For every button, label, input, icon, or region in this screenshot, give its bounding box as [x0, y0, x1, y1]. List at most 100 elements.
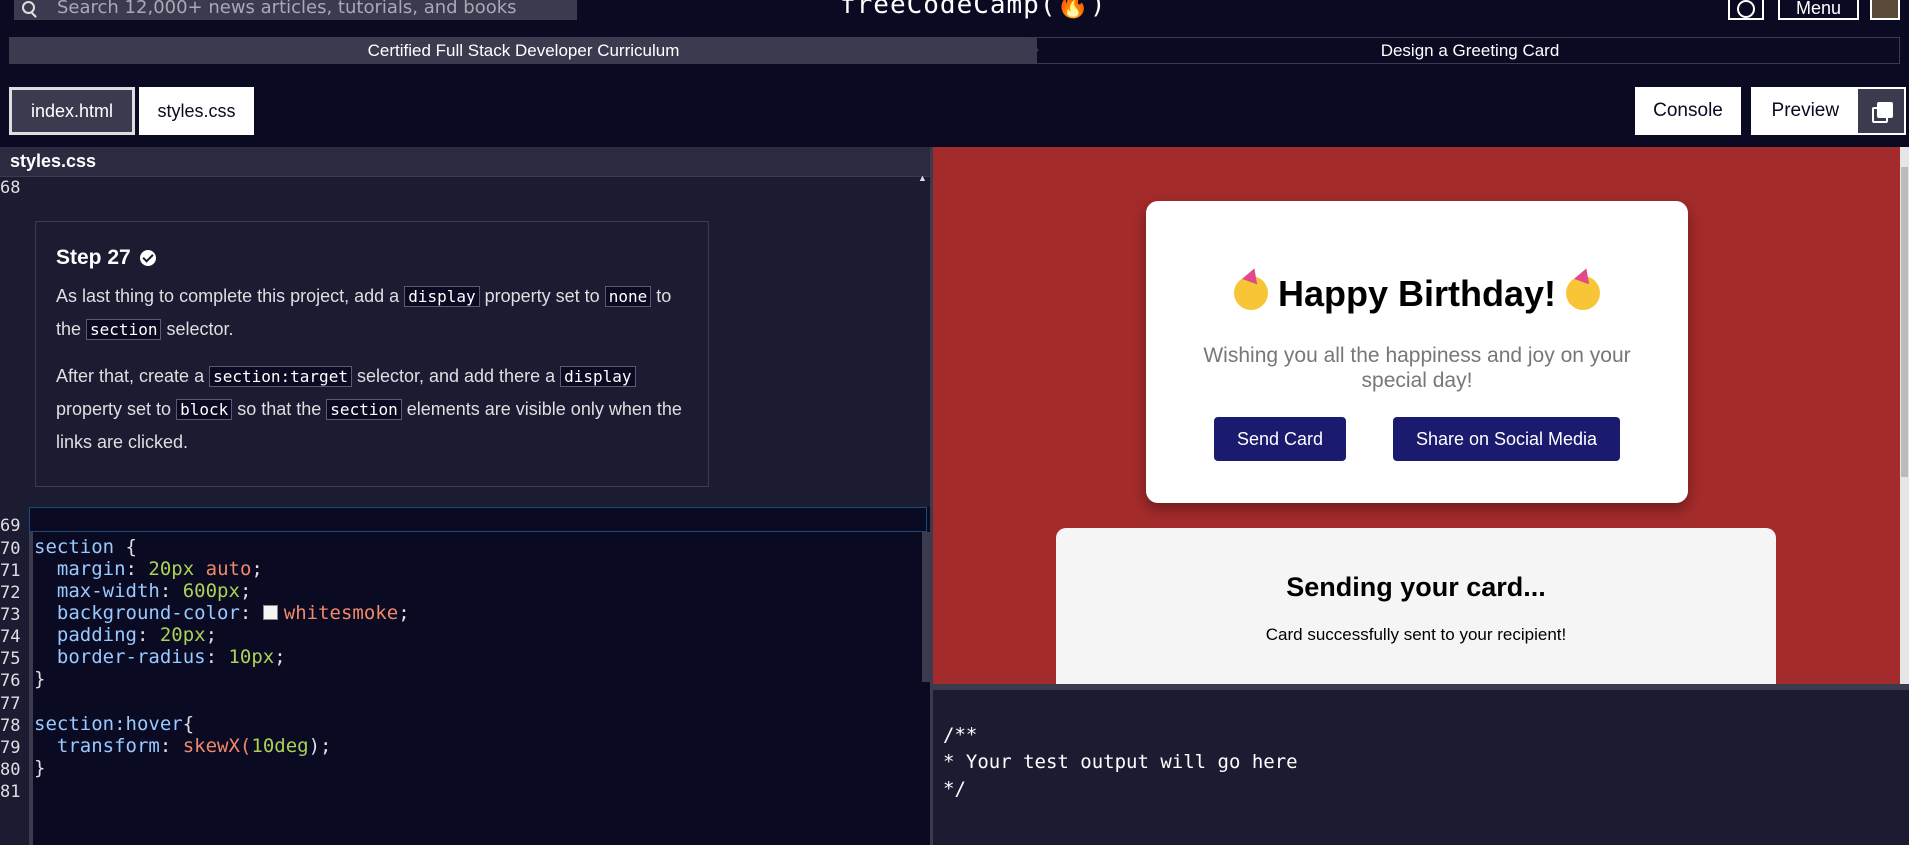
- current-line-highlight: [29, 507, 927, 532]
- step-title-text: Step 27: [56, 246, 131, 269]
- text: property set to: [56, 399, 177, 419]
- tab-styles-css[interactable]: styles.css: [139, 87, 254, 135]
- css-selector: section:hover: [34, 713, 183, 735]
- console-output: /** * Your test output will go here */: [933, 684, 1909, 845]
- line-number: 76: [0, 671, 21, 691]
- step-instructions: Step 27 As last thing to complete this p…: [35, 221, 709, 487]
- search-placeholder: Search 12,000+ news articles, tutorials,…: [57, 0, 517, 18]
- top-navbar: Search 12,000+ news articles, tutorials,…: [0, 0, 1909, 20]
- inline-code: block: [176, 399, 233, 420]
- css-property: border-radius: [34, 646, 206, 668]
- css-function: skewX(: [182, 735, 252, 757]
- avatar[interactable]: [1870, 0, 1900, 20]
- css-value: 10px: [228, 646, 275, 668]
- breadcrumb: Certified Full Stack Developer Curriculu…: [9, 37, 1900, 64]
- inline-code: display: [560, 366, 636, 387]
- step-paragraph-1: As last thing to complete this project, …: [56, 280, 688, 346]
- code-line: background-color: whitesmoke;: [34, 602, 410, 624]
- line-number: 79: [0, 738, 21, 758]
- console-button[interactable]: Console: [1635, 87, 1741, 135]
- inline-code: section:target: [209, 366, 352, 387]
- line-number: 75: [0, 649, 21, 669]
- code-punct: {: [114, 536, 137, 558]
- code-line: }: [34, 668, 46, 690]
- code-line: max-width: 600px;: [34, 580, 252, 602]
- text: selector, and add there a: [351, 366, 561, 386]
- css-value: auto: [205, 558, 252, 580]
- editor-scrollbar[interactable]: [922, 532, 930, 682]
- code-line: }: [34, 757, 46, 779]
- line-number: 77: [0, 694, 21, 714]
- preview-frame: Happy Birthday! Wishing you all the happ…: [933, 147, 1903, 684]
- scroll-up-arrow-icon[interactable]: ▲: [918, 173, 927, 183]
- breadcrumb-curriculum[interactable]: Certified Full Stack Developer Curriculu…: [10, 38, 1037, 63]
- css-property: background-color: [34, 602, 240, 624]
- code-punct: );: [308, 735, 332, 757]
- line-number: 70: [0, 539, 21, 559]
- code-line: border-radius: 10px;: [34, 646, 286, 668]
- section-title: Sending your card...: [1286, 572, 1546, 602]
- sending-section: Sending your card... Card successfully s…: [1056, 528, 1776, 684]
- inline-code: none: [604, 286, 652, 307]
- css-value: 20px: [159, 624, 206, 646]
- line-number: 73: [0, 605, 21, 625]
- external-window-icon: [1871, 102, 1893, 123]
- code-line: padding: 20px;: [34, 624, 218, 646]
- card-message: Wishing you all the happiness and joy on…: [1203, 344, 1631, 392]
- code-punct: {: [182, 713, 195, 735]
- css-selector: section: [34, 536, 115, 558]
- preview-button[interactable]: Preview: [1751, 87, 1906, 135]
- inline-code: display: [404, 286, 480, 307]
- menu-button[interactable]: Menu: [1778, 0, 1859, 20]
- scrollbar-thumb[interactable]: [1901, 167, 1908, 477]
- gutter-marker: [29, 532, 33, 845]
- check-circle-icon: [139, 250, 156, 266]
- line-number: 78: [0, 716, 21, 736]
- text: After that, create a: [56, 366, 210, 386]
- line-number: 72: [0, 583, 21, 603]
- share-button[interactable]: Share on Social Media: [1393, 417, 1620, 461]
- preview-scrollbar[interactable]: [1900, 147, 1909, 684]
- line-number: 71: [0, 561, 21, 581]
- greeting-card: Happy Birthday! Wishing you all the happ…: [1146, 201, 1688, 503]
- globe-icon: [1737, 0, 1755, 18]
- step-paragraph-2: After that, create a section:target sele…: [56, 360, 688, 458]
- editor-pane: styles.css ▲ 68 Step 27 As last thing to…: [0, 147, 930, 845]
- inline-code: section: [86, 319, 162, 340]
- css-property: transform: [34, 735, 160, 757]
- editor-file-label: styles.css: [0, 147, 930, 177]
- css-value: 10deg: [251, 735, 309, 757]
- tab-index-html[interactable]: index.html: [9, 87, 135, 135]
- css-property: padding: [34, 624, 137, 646]
- line-number: 81: [0, 782, 21, 802]
- code-line: margin: 20px auto;: [34, 558, 263, 580]
- text: so that the: [232, 399, 327, 419]
- search-input[interactable]: Search 12,000+ news articles, tutorials,…: [14, 0, 577, 20]
- card-title-text: Happy Birthday!: [1277, 273, 1557, 314]
- css-value: whitesmoke: [283, 602, 399, 624]
- section-text: Card successfully sent to your recipient…: [1265, 625, 1567, 644]
- line-number: 74: [0, 627, 21, 647]
- text: As last thing to complete this project, …: [56, 286, 405, 306]
- search-icon: [22, 0, 35, 14]
- party-face-icon: [1566, 276, 1601, 310]
- breadcrumb-project[interactable]: Design a Greeting Card: [1040, 38, 1900, 63]
- code-line: section:hover{: [34, 713, 194, 735]
- send-card-button[interactable]: Send Card: [1214, 417, 1346, 461]
- css-value: 20px: [148, 558, 195, 580]
- code-line: transform: skewX(10deg);: [34, 735, 332, 757]
- line-number: 69: [0, 516, 21, 536]
- text: selector.: [161, 319, 234, 339]
- css-value: 600px: [182, 580, 240, 602]
- text: property set to: [479, 286, 605, 306]
- color-swatch[interactable]: [262, 605, 278, 620]
- line-number: 80: [0, 760, 21, 780]
- language-button[interactable]: [1728, 0, 1764, 20]
- css-property: max-width: [34, 580, 160, 602]
- brand-logo[interactable]: freeCodeCamp(🔥): [840, 0, 1107, 20]
- card-title: Happy Birthday!: [1146, 273, 1688, 315]
- line-number: 68: [0, 178, 21, 198]
- step-title: Step 27: [56, 242, 688, 274]
- preview-popout-button[interactable]: [1857, 89, 1904, 133]
- code-line: section {: [34, 536, 137, 558]
